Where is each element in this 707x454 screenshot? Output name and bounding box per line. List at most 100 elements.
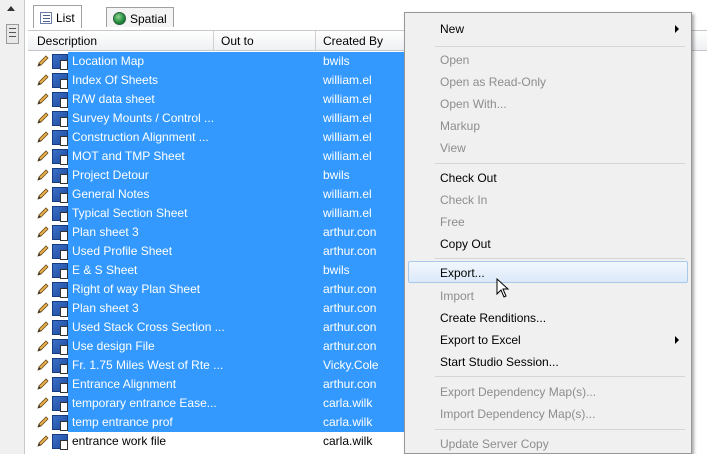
menu-item-new[interactable]: New: [440, 22, 464, 36]
document-icon: [52, 206, 68, 222]
list-view-icon: [40, 12, 52, 24]
menu-item-check-in[interactable]: Check In: [440, 193, 487, 207]
row-description: Project Detour: [72, 168, 149, 182]
pencil-icon: [37, 150, 49, 162]
mouse-pointer-icon: [496, 278, 510, 298]
menu-separator: [435, 163, 685, 164]
document-icon: [52, 358, 68, 374]
column-divider[interactable]: [315, 31, 316, 50]
submenu-arrow-icon: [675, 336, 679, 344]
pencil-icon: [37, 93, 49, 105]
row-created-by: arthur.con: [323, 301, 377, 315]
menu-item-create-renditions[interactable]: Create Renditions...: [440, 311, 546, 325]
document-icon: [52, 130, 68, 146]
pencil-icon: [37, 321, 49, 333]
row-description: Plan sheet 3: [72, 301, 139, 315]
row-created-by: bwils: [323, 263, 350, 277]
submenu-arrow-icon: [675, 25, 679, 33]
row-created-by: william.el: [323, 149, 372, 163]
row-created-by: william.el: [323, 73, 372, 87]
row-created-by: arthur.con: [323, 339, 377, 353]
row-description: temporary entrance Ease...: [72, 396, 217, 410]
row-description: Plan sheet 3: [72, 225, 139, 239]
menu-item-open-with[interactable]: Open With...: [440, 97, 507, 111]
pencil-icon: [37, 207, 49, 219]
row-created-by: william.el: [323, 187, 372, 201]
document-icon: [52, 396, 68, 412]
column-header-description[interactable]: Description: [37, 34, 97, 48]
row-description: General Notes: [72, 187, 150, 201]
pencil-icon: [37, 264, 49, 276]
row-created-by: william.el: [323, 130, 372, 144]
row-created-by: arthur.con: [323, 225, 377, 239]
row-created-by: Vicky.Cole: [323, 358, 379, 372]
column-header-out-to[interactable]: Out to: [221, 34, 254, 48]
pencil-icon: [37, 112, 49, 124]
pencil-icon: [37, 74, 49, 86]
row-description: Index Of Sheets: [72, 73, 159, 87]
pencil-icon: [37, 416, 49, 428]
menu-item-update-server-copy[interactable]: Update Server Copy: [440, 437, 549, 451]
pencil-icon: [37, 131, 49, 143]
document-icon: [52, 92, 68, 108]
menu-separator: [435, 46, 685, 47]
menu-separator: [435, 429, 685, 430]
pencil-icon: [37, 340, 49, 352]
row-created-by: bwils: [323, 54, 350, 68]
row-created-by: carla.wilk: [323, 396, 373, 410]
column-divider[interactable]: [213, 31, 214, 50]
row-description: Location Map: [72, 54, 145, 68]
document-icon: [52, 415, 68, 431]
globe-icon: [113, 12, 126, 25]
pencil-icon: [37, 435, 49, 447]
pencil-icon: [37, 226, 49, 238]
document-icon: [52, 54, 68, 70]
row-created-by: arthur.con: [323, 320, 377, 334]
row-created-by: arthur.con: [323, 282, 377, 296]
menu-item-free[interactable]: Free: [440, 215, 465, 229]
pencil-icon: [37, 359, 49, 371]
scroll-up-arrow-icon[interactable]: [7, 6, 15, 11]
menu-item-markup[interactable]: Markup: [440, 119, 480, 133]
menu-item-start-studio-session[interactable]: Start Studio Session...: [440, 355, 559, 369]
menu-item-view[interactable]: View: [440, 141, 466, 155]
row-created-by: william.el: [323, 92, 372, 106]
document-icon: [52, 149, 68, 165]
row-description: Used Profile Sheet: [72, 244, 173, 258]
row-created-by: arthur.con: [323, 377, 377, 391]
pencil-icon: [37, 302, 49, 314]
row-description: Entrance Alignment: [72, 377, 177, 391]
pencil-icon: [37, 245, 49, 257]
row-description: temp entrance prof: [72, 415, 173, 429]
document-icon: [52, 282, 68, 298]
menu-item-copy-out[interactable]: Copy Out: [440, 237, 491, 251]
row-description: Right of way Plan Sheet: [72, 282, 201, 296]
row-description: E & S Sheet: [72, 263, 138, 277]
left-gutter: [0, 0, 25, 454]
menu-item-import[interactable]: Import: [440, 289, 474, 303]
row-created-by: arthur.con: [323, 244, 377, 258]
menu-item-import-dependency-maps[interactable]: Import Dependency Map(s)...: [440, 407, 595, 421]
pencil-icon: [37, 169, 49, 181]
menu-item-open[interactable]: Open: [440, 53, 469, 67]
menu-item-check-out[interactable]: Check Out: [440, 171, 497, 185]
menu-item-export[interactable]: Export...: [440, 266, 485, 280]
document-icon: [52, 377, 68, 393]
tab-spatial[interactable]: Spatial: [106, 7, 174, 27]
menu-separator: [435, 376, 685, 377]
row-description: Used Stack Cross Section ...: [72, 320, 225, 334]
row-description: Typical Section Sheet: [72, 206, 188, 220]
document-icon: [52, 263, 68, 279]
tab-spatial-label: Spatial: [130, 11, 167, 26]
row-description: Use design File: [72, 339, 155, 353]
tab-list[interactable]: List: [33, 5, 82, 28]
menu-item-export-to-excel[interactable]: Export to Excel: [440, 333, 521, 347]
column-header-created-by[interactable]: Created By: [323, 34, 383, 48]
row-created-by: william.el: [323, 111, 372, 125]
row-description: Survey Mounts / Control ...: [72, 111, 215, 125]
pencil-icon: [37, 397, 49, 409]
menu-item-open-read-only[interactable]: Open as Read-Only: [440, 75, 546, 89]
panel-grip-icon[interactable]: [6, 24, 19, 44]
menu-item-export-dependency-maps[interactable]: Export Dependency Map(s)...: [440, 385, 596, 399]
document-icon: [52, 73, 68, 89]
